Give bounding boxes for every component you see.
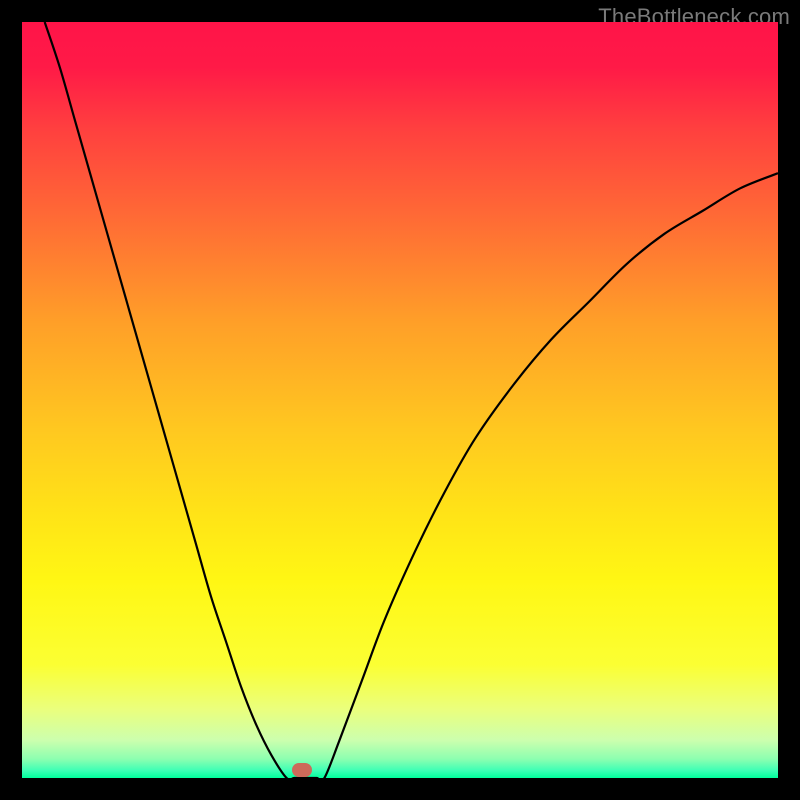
optimum-point-marker: [292, 763, 312, 777]
chart-frame: TheBottleneck.com: [0, 0, 800, 800]
plot-area: [22, 22, 778, 778]
bottleneck-curve: [22, 22, 778, 778]
